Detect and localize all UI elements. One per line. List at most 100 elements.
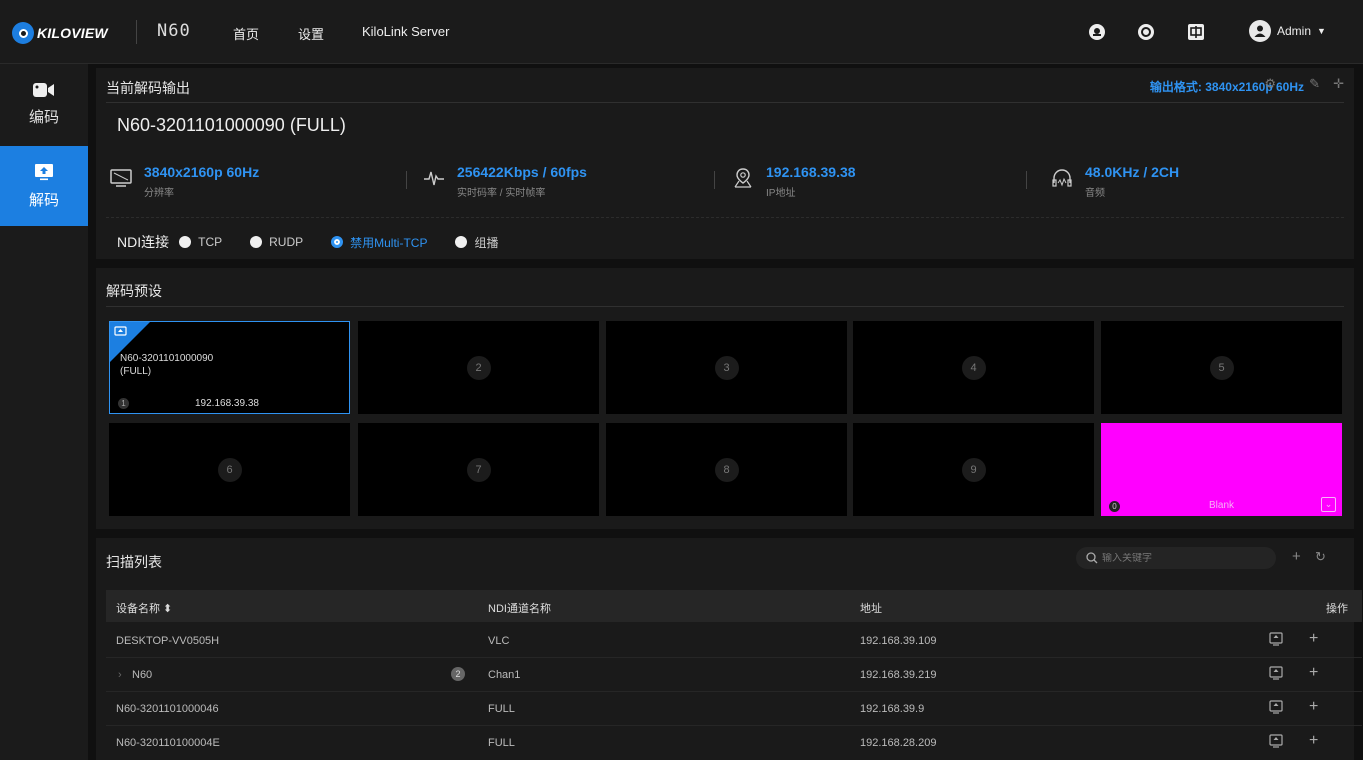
preset-number: 2 xyxy=(466,355,491,380)
language-icon[interactable] xyxy=(1185,21,1207,43)
sidebar-item-label: 编码 xyxy=(28,108,59,126)
device-name: N60 xyxy=(132,669,153,681)
preset-index: 1 xyxy=(118,398,129,409)
notification-icon[interactable] xyxy=(1086,21,1108,43)
sidebar-item-encode[interactable]: 编码 xyxy=(0,64,88,144)
panel-title: 扫描列表 xyxy=(106,554,162,570)
edit-icon[interactable]: ✎ xyxy=(1309,76,1320,92)
sidebar: 编码 解码 xyxy=(0,64,88,760)
preset-stream: (FULL) xyxy=(120,366,152,377)
channel-count-badge: 2 xyxy=(451,667,465,681)
preset-ip: 192.168.39.38 xyxy=(195,398,259,409)
table-row[interactable]: N60-3201101000046 FULL 192.168.39.9 + xyxy=(106,692,1362,726)
headphones-icon xyxy=(1052,169,1072,187)
preset-tile-active[interactable]: N60-3201101000090 (FULL) 1 192.168.39.38 xyxy=(109,321,350,414)
gear-icon[interactable]: ⚙ xyxy=(1264,76,1276,92)
fullscreen-icon[interactable]: ✛ xyxy=(1333,76,1344,92)
panel-title: 当前解码输出 xyxy=(106,80,190,96)
preset-number: 5 xyxy=(1209,355,1234,380)
table-row[interactable]: DESKTOP-VV0505H VLC 192.168.39.109 + xyxy=(106,624,1362,658)
logo-text: KILOVIEW xyxy=(37,25,108,41)
stat-ip: 192.168.39.38 IP地址 xyxy=(732,164,856,199)
add-icon[interactable]: + xyxy=(1292,548,1301,565)
preset-number: 9 xyxy=(961,457,986,482)
ndi-label: NDI连接 xyxy=(117,234,170,250)
preset-tile[interactable]: 3 xyxy=(606,321,847,414)
top-bar: KILOVIEW N60 首页 设置 KiloLink Server Admin… xyxy=(0,0,1363,64)
radio-multicast[interactable]: 组播 xyxy=(455,234,499,251)
preset-number: 7 xyxy=(466,457,491,482)
preset-number: 6 xyxy=(217,457,242,482)
address: 192.168.28.209 xyxy=(860,737,937,749)
pulse-icon xyxy=(424,171,444,186)
radio-tcp[interactable]: TCP xyxy=(179,235,222,249)
preset-tile[interactable]: 7 xyxy=(358,423,599,516)
preset-number: 3 xyxy=(714,355,739,380)
user-name: Admin xyxy=(1277,24,1312,38)
radio-disable-multi-tcp[interactable]: 禁用Multi-TCP xyxy=(331,234,427,251)
logo-icon xyxy=(12,22,34,44)
address: 192.168.39.109 xyxy=(860,635,937,647)
model-name: N60 xyxy=(157,21,191,41)
preset-tile[interactable]: 8 xyxy=(606,423,847,516)
output-to-screen-icon[interactable] xyxy=(1269,734,1283,748)
output-to-screen-icon[interactable] xyxy=(1269,666,1283,680)
stat-bitrate: 256422Kbps / 60fps 实时码率 / 实时帧率 xyxy=(423,164,587,199)
preset-number: 8 xyxy=(714,457,739,482)
preset-tile[interactable]: 4 xyxy=(853,321,1094,414)
preset-tile-blank[interactable]: 0 Blank ⌄ xyxy=(1101,423,1342,516)
search-icon xyxy=(1086,552,1098,564)
column-actions: 操作 xyxy=(1326,603,1348,615)
table-row[interactable]: N60-320110100004E FULL 192.168.28.209 + xyxy=(106,726,1362,760)
device-name: N60-3201101000046 xyxy=(116,703,219,715)
chevron-right-icon[interactable]: › xyxy=(118,669,122,681)
chevron-down-icon[interactable]: ⌄ xyxy=(1321,497,1336,512)
source-name: N60-3201101000090 (FULL) xyxy=(117,115,346,135)
preset-number: 4 xyxy=(961,355,986,380)
add-preset-icon[interactable]: + xyxy=(1309,630,1318,648)
column-device-name[interactable]: 设备名称 ⬍ xyxy=(116,600,172,616)
divider xyxy=(136,20,137,44)
nav-home[interactable]: 首页 xyxy=(233,24,259,43)
camera-icon xyxy=(33,82,54,97)
location-icon xyxy=(734,168,752,188)
nav-kilolink-server[interactable]: KiloLink Server xyxy=(362,24,449,39)
chevron-down-icon: ▼ xyxy=(1317,26,1326,36)
kiloview-logo[interactable]: KILOVIEW xyxy=(12,22,108,44)
avatar-icon xyxy=(1249,20,1271,42)
stat-resolution: 3840x2160p 60Hz 分辨率 xyxy=(110,164,259,199)
nav-settings[interactable]: 设置 xyxy=(298,24,324,43)
preset-tile[interactable]: 5 xyxy=(1101,321,1342,414)
output-to-screen-icon[interactable] xyxy=(1269,632,1283,646)
preset-tile[interactable]: 9 xyxy=(853,423,1094,516)
preset-name: N60-3201101000090 xyxy=(120,353,214,364)
output-format: 输出格式: 3840x2160p 60Hz xyxy=(1149,80,1304,94)
user-menu[interactable]: Admin ▼ xyxy=(1249,20,1326,42)
add-preset-icon[interactable]: + xyxy=(1309,664,1318,682)
device-name: N60-320110100004E xyxy=(116,737,220,749)
blank-label: Blank xyxy=(1209,500,1235,511)
channel-name: Chan1 xyxy=(488,669,521,681)
address: 192.168.39.9 xyxy=(860,703,925,715)
column-ndi-channel: NDI通道名称 xyxy=(488,603,551,615)
add-preset-icon[interactable]: + xyxy=(1309,698,1318,716)
channel-name: FULL xyxy=(488,703,515,715)
stat-audio: 48.0KHz / 2CH 音频 xyxy=(1051,164,1179,199)
table-row[interactable]: › N60 2 Chan1 192.168.39.219 + xyxy=(106,658,1362,692)
monitor-upload-icon xyxy=(35,163,53,180)
refresh-icon[interactable]: ↻ xyxy=(1315,549,1326,565)
output-to-screen-icon[interactable] xyxy=(1269,700,1283,714)
preset-tile[interactable]: 6 xyxy=(109,423,350,516)
current-output-panel: 当前解码输出 输出格式: 3840x2160p 60Hz ⚙ ✎ ✛ N60-3… xyxy=(96,68,1354,259)
address: 192.168.39.219 xyxy=(860,669,937,681)
help-icon[interactable] xyxy=(1135,21,1157,43)
sidebar-item-decode[interactable]: 解码 xyxy=(0,146,88,226)
add-preset-icon[interactable]: + xyxy=(1309,732,1318,750)
search-box[interactable] xyxy=(1076,547,1276,569)
column-address: 地址 xyxy=(860,603,882,615)
sidebar-item-label: 解码 xyxy=(28,191,59,209)
channel-name: FULL xyxy=(488,737,515,749)
radio-rudp[interactable]: RUDP xyxy=(250,235,303,249)
search-input[interactable] xyxy=(1102,552,1252,564)
preset-tile[interactable]: 2 xyxy=(358,321,599,414)
